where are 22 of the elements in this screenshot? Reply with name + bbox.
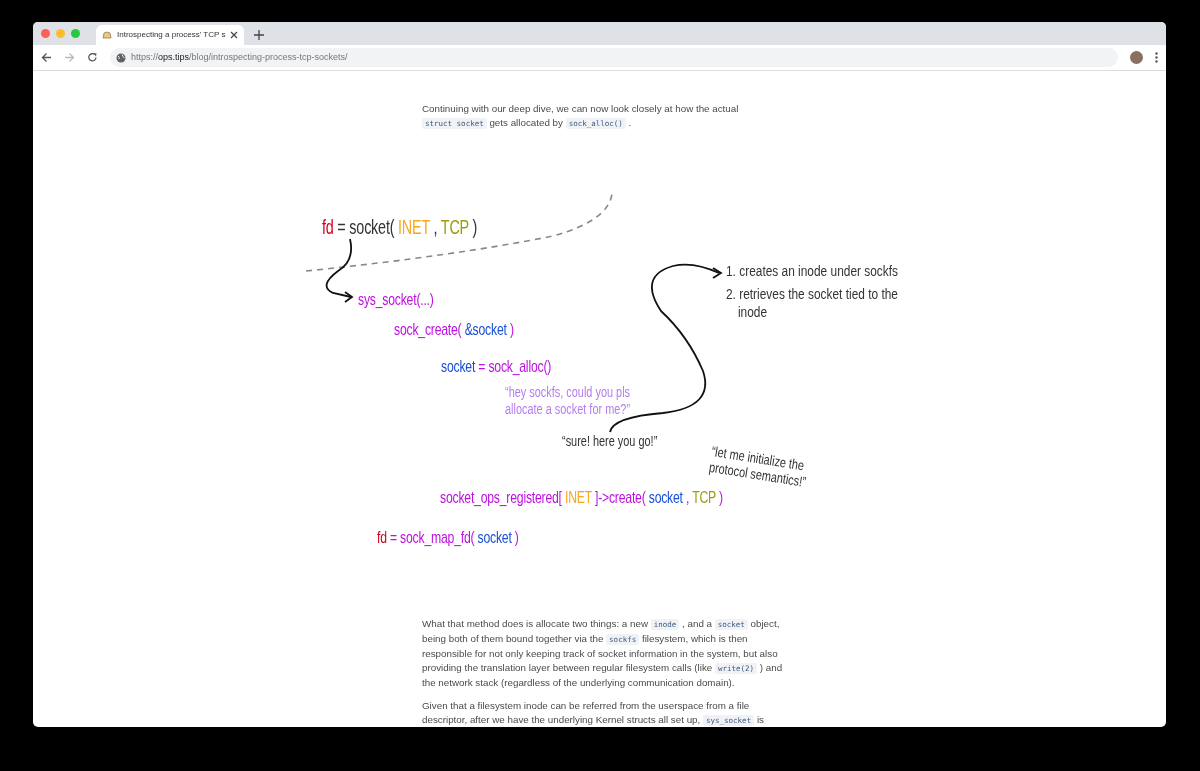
request-note: “hey sockfs, could you pls allocate a socket for me?” [505, 384, 632, 418]
tab-title: Introspecting a process' TCP s [117, 29, 226, 41]
back-icon[interactable] [41, 52, 52, 63]
step-text: 2. retrieves the socket tied to the inode [726, 285, 899, 321]
address-bar[interactable]: https://ops.tips/blog/introspecting-process-tcp-sockets/ [110, 48, 1118, 67]
sock-map-fd-call: fd = sock_map_fd( socket ) [377, 527, 519, 549]
reply-note: “sure! here you go!” [562, 433, 659, 450]
close-icon[interactable] [230, 31, 239, 39]
browser-tab[interactable]: Introspecting a process' TCP s [96, 25, 245, 45]
sock-alloc-call: socket = sock_alloc() [441, 356, 552, 378]
arrow [325, 238, 354, 303]
new-tab-icon[interactable] [254, 30, 265, 40]
tab-favicon-icon [102, 30, 112, 40]
sock-create-call: sock_create( &socket ) [394, 319, 514, 341]
sys-socket-call: sys_socket(...) [358, 289, 434, 311]
url-text: https://ops.tips/blog/introspecting-process-tcp-sockets/ [131, 50, 348, 64]
socket-call: fd = socket( INET , TCP ) [322, 215, 478, 240]
step-text: 1. creates an inode under sockfs [726, 262, 899, 280]
menu-icon[interactable] [1155, 52, 1158, 63]
globe-icon [116, 52, 126, 63]
avatar[interactable] [1130, 51, 1143, 64]
reload-icon[interactable] [87, 52, 98, 63]
